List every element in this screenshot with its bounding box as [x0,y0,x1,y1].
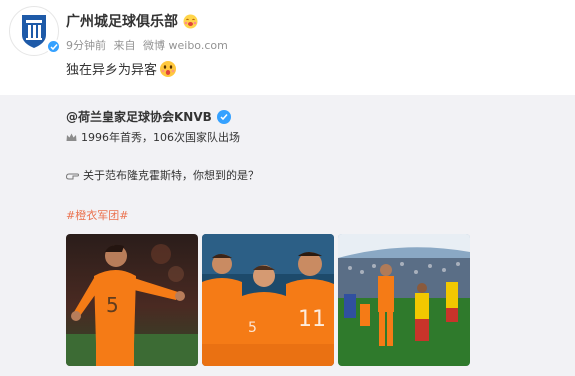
author-name-text[interactable]: 广州城足球俱乐部 [66,11,178,31]
post-text-content: 独在异乡为异客 [66,63,158,78]
repost-line-2: 关于范布隆克霍斯特，你想到的是？ [66,167,259,183]
svg-text:5: 5 [106,293,119,317]
verified-badge-icon [216,109,231,124]
team-celebration-photo[interactable]: 5 11 [202,234,334,366]
vip-emoji-icon [183,14,198,28]
repost-line-2-text: 关于范布隆克霍斯特，你想到的是？ [83,169,259,182]
avatar[interactable] [9,6,61,56]
surprised-face-emoji [160,60,177,77]
post-time[interactable]: 9分钟前 [66,39,106,52]
post-text: 独在异乡为异客 [66,59,177,78]
pointing-hand-icon [66,173,79,179]
hashtag-link[interactable]: #橙衣军团# [66,207,128,223]
repost-line-1-text: 1996年首秀，106次国家队出场 [81,131,240,144]
source-prefix: 来自 [113,39,136,52]
celebrating-player-photo[interactable]: 5 [66,234,198,366]
repost-author-text[interactable]: @荷兰皇家足球协会KNVB [66,108,212,125]
repost-author[interactable]: @荷兰皇家足球协会KNVB [66,108,231,125]
post-source[interactable]: 微博 weibo.com [143,39,228,52]
verified-badge-icon [46,39,61,54]
crown-icon [66,133,77,141]
svg-text:5: 5 [248,320,257,336]
teams-walkout-photo[interactable] [338,234,470,366]
repost-line-1: 1996年首秀，106次国家队出场 [66,129,240,145]
svg-text:11: 11 [298,307,326,332]
repost-card[interactable]: @荷兰皇家足球协会KNVB 1996年首秀，106次国家队出场 关于范布隆克霍斯… [0,95,575,376]
weibo-post: 广州城足球俱乐部 9分钟前 来自 微博 weibo.com 独在异乡为异客 @荷… [0,0,575,376]
post-meta: 9分钟前 来自 微博 weibo.com [66,37,232,53]
author-name[interactable]: 广州城足球俱乐部 [66,11,198,31]
photo-grid: 5 5 11 [66,234,470,366]
